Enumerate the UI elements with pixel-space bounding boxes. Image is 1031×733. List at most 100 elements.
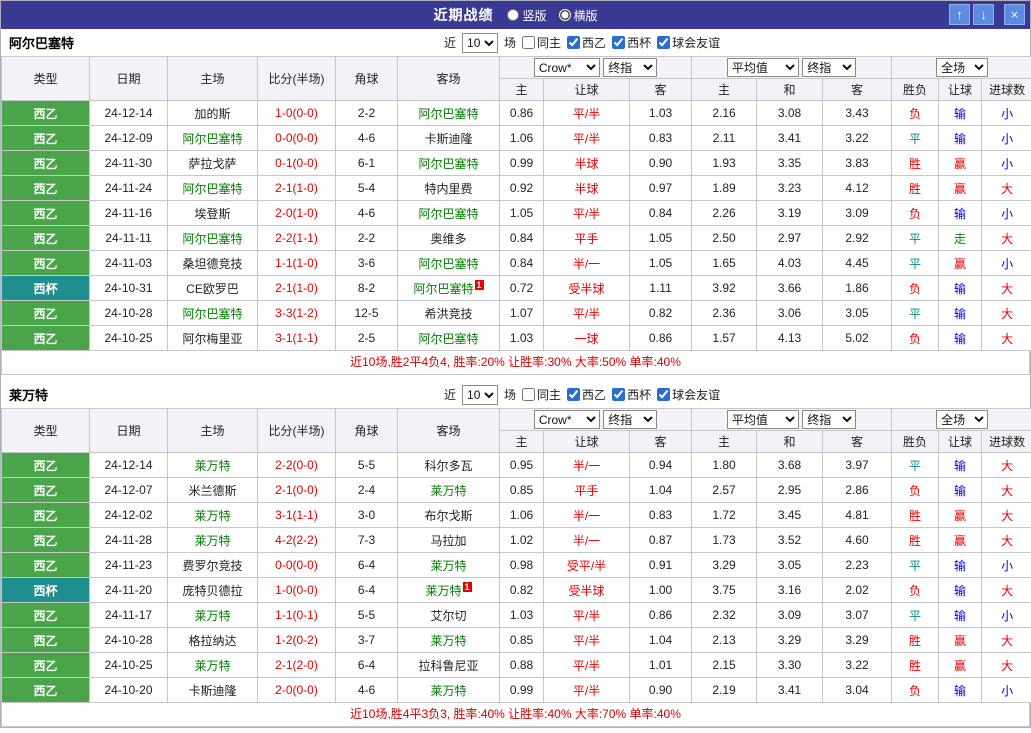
avg-odds-away: 2.92 [822, 225, 893, 251]
away-team: 莱万特 [397, 627, 500, 653]
col-header-handicap-result: 让球 [938, 78, 983, 101]
corner-score: 4-6 [335, 677, 398, 703]
away-team-name: 拉科鲁尼亚 [418, 658, 479, 673]
friendly-checkbox[interactable] [657, 36, 671, 49]
league-checkbox[interactable] [567, 36, 581, 49]
home-team-name: 埃登斯 [194, 206, 231, 221]
avg-odds-away: 3.05 [822, 300, 893, 326]
league-filter[interactable]: 西乙 [567, 34, 606, 51]
handicap-odds-home: 0.72 [499, 275, 544, 301]
cup-label: 西杯 [627, 36, 652, 50]
handicap-line: 平/半 [543, 125, 630, 151]
result-goals: 大 [981, 527, 1031, 553]
league-type: 西乙 [1, 325, 90, 351]
league-checkbox[interactable] [567, 388, 581, 401]
same-home-checkbox[interactable] [522, 36, 536, 49]
horizontal-layout-radio[interactable] [558, 9, 571, 21]
bookmaker-select[interactable]: Crow* [533, 410, 600, 429]
cup-checkbox[interactable] [612, 388, 626, 401]
average-select[interactable]: 平均值 [726, 410, 799, 429]
league-type: 西乙 [1, 125, 90, 151]
corner-score: 3-6 [335, 250, 398, 276]
friendly-filter[interactable]: 球会友谊 [657, 34, 720, 51]
league-type: 西乙 [1, 225, 90, 251]
league-type: 西乙 [1, 627, 90, 653]
home-team: 莱万特 [167, 452, 258, 478]
match-score: 3-1(1-1) [257, 502, 336, 528]
same-home-label: 同主 [537, 388, 562, 402]
recent-results-window: 近期战绩 竖版 横版 ↑ ↓ × 阿尔巴塞特 近 10 场 同主 西乙 西杯 球… [0, 0, 1031, 728]
section-header: 阿尔巴塞特 近 10 场 同主 西乙 西杯 球会友谊 [1, 29, 1030, 56]
friendly-checkbox[interactable] [657, 388, 671, 401]
match-row: 西乙 24-11-11 阿尔巴塞特 2-2(1-1) 2-2 奥维多 0.84 平手 1.05 2… [1, 225, 1031, 251]
move-up-button[interactable]: ↑ [949, 4, 970, 25]
close-button[interactable]: × [1004, 4, 1025, 25]
match-score: 2-1(1-0) [257, 275, 336, 301]
same-home-checkbox[interactable] [522, 388, 536, 401]
move-down-button[interactable]: ↓ [973, 4, 994, 25]
league-label: 西乙 [582, 388, 607, 402]
odds-stage-select[interactable]: 终指 [603, 410, 658, 429]
matches-table: 类型 日期 主场 比分(半场) 角球 客场 Crow* 终指 平均值 终指 全场… [1, 56, 1031, 351]
same-home-filter[interactable]: 同主 [522, 34, 561, 51]
col-header-avg-home: 主 [691, 430, 758, 453]
odds-stage-select[interactable]: 终指 [603, 58, 658, 77]
match-date: 24-11-23 [89, 552, 168, 578]
avg-odds-away: 2.02 [822, 577, 893, 603]
col-header-score: 比分(半场) [257, 408, 336, 453]
titlebar-center: 近期战绩 竖版 横版 [433, 5, 597, 25]
scope-select[interactable]: 全场 [936, 410, 989, 429]
match-score: 0-0(0-0) [257, 125, 336, 151]
result-handicap: 输 [938, 677, 983, 703]
cup-filter[interactable]: 西杯 [612, 34, 651, 51]
result-handicap: 输 [938, 300, 983, 326]
handicap-odds-home: 0.99 [499, 150, 544, 176]
away-team-name: 奥维多 [430, 231, 467, 246]
horizontal-layout-label: 横版 [573, 8, 598, 23]
avg-stage-select[interactable]: 终指 [802, 58, 857, 77]
col-header-avg-away: 客 [822, 430, 893, 453]
avg-odds-away: 3.07 [822, 602, 893, 628]
handicap-odds-away: 1.01 [628, 652, 693, 678]
match-date: 24-10-31 [89, 275, 168, 301]
result-goals: 大 [981, 452, 1031, 478]
average-select[interactable]: 平均值 [726, 58, 799, 77]
bookmaker-select[interactable]: Crow* [533, 58, 600, 77]
avg-odds-away: 3.43 [822, 100, 893, 126]
league-filter[interactable]: 西乙 [567, 386, 606, 403]
col-header-type: 类型 [1, 56, 90, 101]
result-outcome: 负 [891, 275, 940, 301]
avg-odds-draw: 3.66 [756, 275, 824, 301]
recent-count-select[interactable]: 10 [462, 32, 499, 53]
friendly-filter[interactable]: 球会友谊 [657, 386, 720, 403]
scope-select[interactable]: 全场 [936, 58, 989, 77]
league-type: 西杯 [1, 275, 90, 301]
league-type: 西乙 [1, 100, 90, 126]
result-handicap: 赢 [938, 502, 983, 528]
red-card-badge: 1 [462, 581, 472, 592]
cup-checkbox[interactable] [612, 36, 626, 49]
handicap-line: 平/半 [543, 602, 630, 628]
recent-count-select[interactable]: 10 [462, 384, 499, 405]
corner-score: 5-5 [335, 602, 398, 628]
result-goals: 大 [981, 577, 1031, 603]
section-summary: 近10场,胜2平4负4, 胜率:20% 让胜率:30% 大率:50% 单率:40… [1, 351, 1030, 375]
layout-option-horizontal[interactable]: 横版 [558, 7, 598, 24]
same-home-filter[interactable]: 同主 [522, 386, 561, 403]
team-name: 莱万特 [9, 388, 49, 403]
layout-option-vertical[interactable]: 竖版 [507, 7, 547, 24]
league-type: 西杯 [1, 577, 90, 603]
col-header-odds-home: 主 [499, 430, 544, 453]
home-team: 卡斯迪隆 [167, 677, 258, 703]
match-score: 3-3(1-2) [257, 300, 336, 326]
avg-odds-home: 3.75 [691, 577, 758, 603]
home-team-name: 莱万特 [194, 533, 231, 548]
match-score: 2-1(1-0) [257, 175, 336, 201]
cup-filter[interactable]: 西杯 [612, 386, 651, 403]
vertical-layout-radio[interactable] [507, 9, 520, 21]
handicap-odds-away: 0.86 [628, 602, 693, 628]
home-team-name: 阿尔巴塞特 [182, 181, 243, 196]
avg-stage-select[interactable]: 终指 [802, 410, 857, 429]
avg-odds-draw: 3.41 [756, 677, 824, 703]
away-team-name: 莱万特 [430, 683, 467, 698]
